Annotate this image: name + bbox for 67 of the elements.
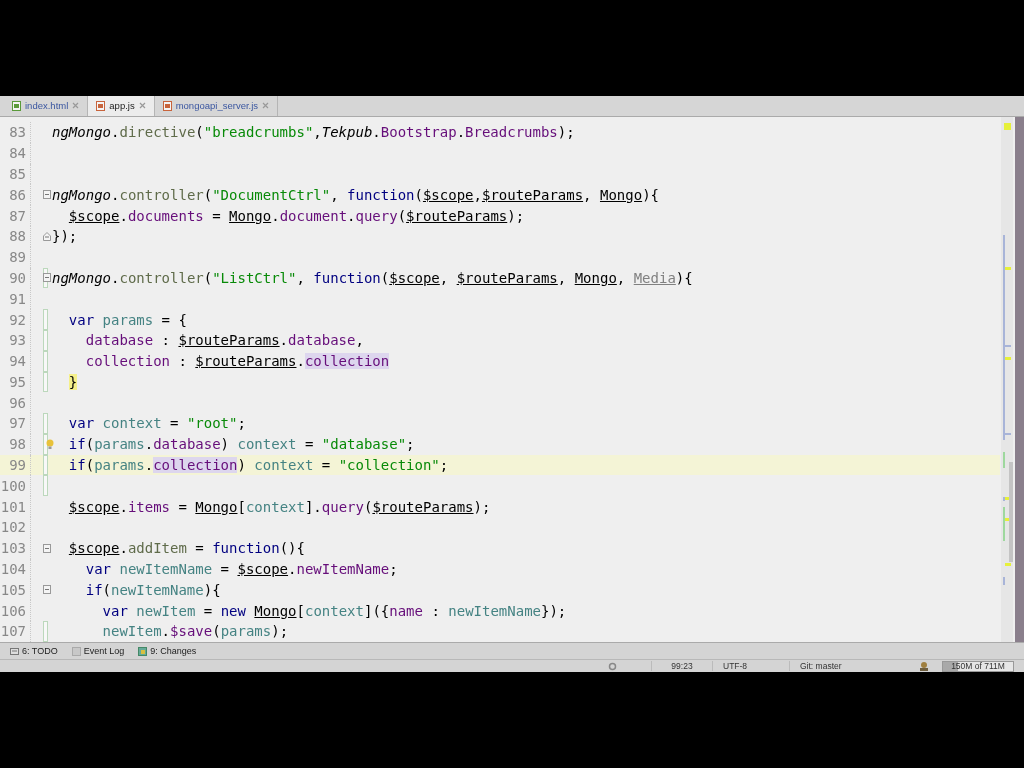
- tool-window-button[interactable]: 9: Changes: [138, 646, 197, 657]
- code-line: var context = "root";: [67, 415, 246, 432]
- tool-window-button[interactable]: 6: TODO: [10, 646, 58, 657]
- code-line: ngMongo.controller("DocumentCtrl", function($scope,$routeParams, Mongo){: [52, 186, 659, 203]
- line-number: 105: [0, 581, 27, 598]
- line-number: 104: [0, 561, 27, 578]
- tool-window-button[interactable]: Event Log: [71, 646, 125, 657]
- code-line: if(params.collection) context = "collection";: [67, 457, 449, 474]
- code-line: });: [52, 228, 78, 245]
- line-number: 90: [8, 269, 27, 286]
- line-number: 102: [0, 519, 27, 536]
- line-number: 96: [8, 394, 27, 411]
- line-number: 86: [8, 186, 27, 203]
- line-number: 101: [0, 498, 27, 515]
- code-line: var newItem = new Mongo[context]({name : newItemName});: [101, 602, 567, 619]
- code-line: $scope.documents = Mongo.document.query($routeParams);: [67, 207, 525, 224]
- fold-icon[interactable]: [43, 231, 51, 241]
- line-number: 95: [8, 373, 27, 390]
- lightbulb-icon[interactable]: [46, 439, 54, 450]
- line-number: 107: [0, 623, 27, 640]
- code-line: ngMongo.directive("breadcrumbs",Tekpub.Bootstrap.Breadcrumbs);: [52, 124, 575, 141]
- file-tab[interactable]: app.js: [88, 96, 155, 116]
- line-number: 88: [8, 228, 27, 245]
- fold-icon[interactable]: [43, 190, 51, 200]
- line-number: 89: [8, 249, 27, 266]
- code-line: newItem.$save(params);: [101, 623, 289, 640]
- code-line: $scope.items = Mongo[context].query($routeParams);: [67, 498, 491, 515]
- line-number: 99: [8, 457, 27, 474]
- memory-indicator[interactable]: 150M of 711M: [942, 660, 1014, 672]
- close-icon[interactable]: [138, 102, 146, 110]
- fold-icon[interactable]: [43, 543, 51, 553]
- line-number: 84: [8, 145, 27, 162]
- file-encoding[interactable]: UTF-8: [712, 661, 789, 671]
- line-number: 97: [8, 415, 27, 432]
- fold-icon[interactable]: [43, 273, 51, 283]
- line-number: 87: [8, 207, 27, 224]
- close-icon[interactable]: [72, 102, 80, 110]
- settings-icon[interactable]: [608, 661, 617, 671]
- file-icon: [12, 100, 21, 111]
- cursor-position[interactable]: 99:23: [651, 661, 712, 671]
- line-number: 85: [8, 165, 27, 182]
- fold-icon[interactable]: [43, 585, 51, 595]
- git-branch[interactable]: Git: master: [789, 661, 898, 671]
- code-line: var params = {: [67, 311, 187, 328]
- tool-icon: [138, 646, 148, 656]
- inspector-icon[interactable]: [918, 661, 930, 671]
- line-number: 83: [8, 124, 27, 141]
- file-icon: [162, 100, 172, 111]
- line-number: 98: [8, 436, 27, 453]
- code-line: if(params.database) context = "database";: [67, 436, 415, 453]
- file-icon: [96, 100, 106, 111]
- code-line: ngMongo.controller("ListCtrl", function($scope, $routeParams, Mongo, Media){: [52, 269, 693, 286]
- code-line: var newItemName = $scope.newItemName;: [84, 561, 398, 578]
- code-line: if(newItemName){: [84, 581, 221, 598]
- line-number: 103: [0, 540, 27, 557]
- code-line: $scope.addItem = function(){: [67, 540, 305, 557]
- line-number: 91: [8, 290, 27, 307]
- line-number: 106: [0, 602, 27, 619]
- line-number: 94: [8, 353, 27, 370]
- tool-icon: [10, 646, 19, 656]
- line-number: 100: [0, 477, 27, 494]
- line-number: 92: [8, 311, 27, 328]
- line-number: 93: [8, 332, 27, 349]
- code-line: collection : $routeParams.collection: [84, 353, 390, 370]
- code-line: database : $routeParams.database,: [84, 332, 364, 349]
- tool-icon: [71, 646, 81, 656]
- close-icon[interactable]: [262, 102, 270, 110]
